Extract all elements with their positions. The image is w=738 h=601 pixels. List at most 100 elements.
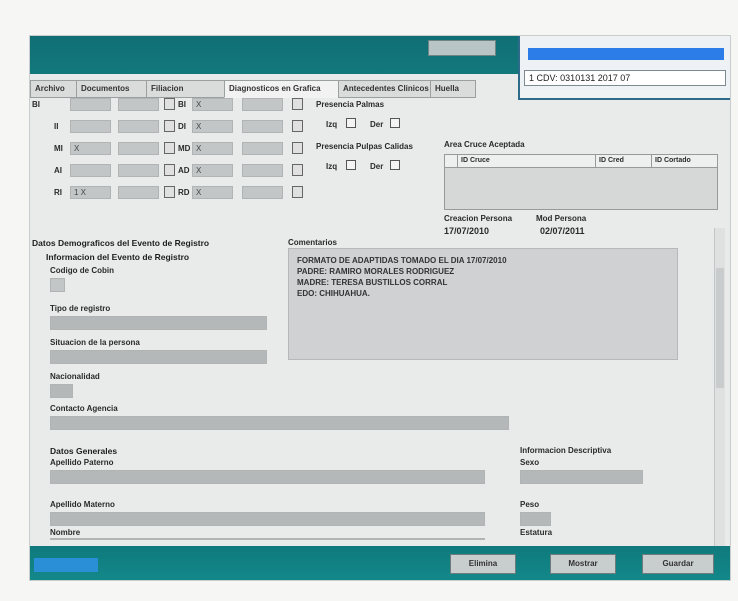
peso-field[interactable] <box>520 512 551 526</box>
mod-value: 02/07/2011 <box>540 226 585 236</box>
area-cruce-title: Area Cruce Aceptada <box>444 140 525 149</box>
mostrar-button[interactable]: Mostrar <box>550 554 616 574</box>
comment-line-2: PADRE: RAMIRO MORALES RODRIGUEZ <box>297 267 455 276</box>
record-dropdown[interactable]: 1 CDV: 0310131 2017 07 <box>518 36 730 100</box>
row-2-pick-button[interactable] <box>164 120 175 132</box>
dropdown-selected[interactable]: 1 CDV: 0310131 2017 07 <box>524 70 726 86</box>
row-3-field-a[interactable]: X <box>70 142 111 155</box>
row-5-field-b[interactable] <box>118 186 159 199</box>
paterno-field[interactable] <box>50 470 485 484</box>
demograficos-title: Datos Demograficos del Evento de Registr… <box>32 238 210 248</box>
creacion-value: 17/07/2010 <box>444 226 490 236</box>
guardar-button[interactable]: Guardar <box>642 554 714 574</box>
row-1-right-b[interactable] <box>242 98 283 111</box>
row-right-label-5: RD <box>178 188 190 197</box>
contacto-field[interactable] <box>50 416 509 430</box>
tab-documentos[interactable]: Documentos <box>76 80 148 98</box>
col-id-cortado[interactable]: ID Cortado <box>651 155 715 167</box>
row-4-right-b[interactable] <box>242 164 283 177</box>
presencia-der2-label: Der <box>370 162 384 171</box>
vertical-scrollbar[interactable] <box>714 228 725 580</box>
row-2-right-button[interactable] <box>292 120 303 132</box>
presencia-palmas-title: Presencia Palmas <box>316 100 385 109</box>
row-right-label-4: AD <box>178 166 190 175</box>
nombre-field[interactable] <box>50 538 485 540</box>
area-table-header: ID Cruce ID Cred ID Cortado <box>445 155 717 168</box>
row-right-label-2: DI <box>178 122 186 131</box>
elimina-button[interactable]: Elimina <box>450 554 516 574</box>
row-1-field-a[interactable] <box>70 98 111 111</box>
row-3-right-button[interactable] <box>292 142 303 154</box>
comment-line-1: FORMATO DE ADAPTIDAS TOMADO EL DIA 17/07… <box>297 256 507 265</box>
presencia-izq2-checkbox[interactable] <box>346 160 356 170</box>
comentarios-label: Comentarios <box>288 238 337 247</box>
row-4-pick-button[interactable] <box>164 164 175 176</box>
row-1-field-b[interactable] <box>118 98 159 111</box>
title-button[interactable] <box>428 40 496 56</box>
main-panel: BI BI X II DI X MI X MD X AI AD X RI 1 X <box>30 98 730 580</box>
row-4-field-a[interactable] <box>70 164 111 177</box>
tab-huella[interactable]: Huella <box>430 80 476 98</box>
row-5-right-a[interactable]: X <box>192 186 233 199</box>
row-4-right-a[interactable]: X <box>192 164 233 177</box>
footer-bar: Elimina Mostrar Guardar <box>30 546 730 580</box>
row-2-field-b[interactable] <box>118 120 159 133</box>
row-5-right-b[interactable] <box>242 186 283 199</box>
row-5-field-a[interactable]: 1 X <box>70 186 111 199</box>
descriptiva-title: Informacion Descriptiva <box>520 446 612 455</box>
area-cruce-table[interactable]: ID Cruce ID Cred ID Cortado <box>444 154 718 210</box>
row-4-right-button[interactable] <box>292 164 303 176</box>
materno-field[interactable] <box>50 512 485 526</box>
row-2-field-a[interactable] <box>70 120 111 133</box>
tab-antecedentes[interactable]: Antecedentes Clinicos <box>338 80 436 98</box>
presencia-der-label: Der <box>370 120 384 129</box>
comment-line-3: MADRE: TERESA BUSTILLOS CORRAL <box>297 278 448 287</box>
col-id-cruce[interactable]: ID Cruce <box>457 155 581 167</box>
row-5-right-button[interactable] <box>292 186 303 198</box>
tab-filiacion[interactable]: Filiacion <box>146 80 226 98</box>
dropdown-highlight <box>528 48 724 60</box>
tab-bar: Archivo Documentos Filiacion Diagnostico… <box>30 80 518 98</box>
codigo-field[interactable] <box>50 278 65 292</box>
row-label-3: MI <box>54 144 63 153</box>
tab-archivo[interactable]: Archivo <box>30 80 78 98</box>
app-window: 1 CDV: 0310131 2017 07 Archivo Documento… <box>30 36 730 580</box>
row-3-right-a[interactable]: X <box>192 142 233 155</box>
row-1-right-button[interactable] <box>292 98 303 110</box>
col-id-cred[interactable]: ID Cred <box>595 155 651 167</box>
tipo-field[interactable] <box>50 316 267 330</box>
situacion-field[interactable] <box>50 350 267 364</box>
presencia-pulpas-title: Presencia Pulpas Calidas <box>316 142 413 151</box>
scrollbar-thumb[interactable] <box>716 268 724 388</box>
row-3-field-b[interactable] <box>118 142 159 155</box>
paterno-label: Apellido Paterno <box>50 458 114 467</box>
tipo-label: Tipo de registro <box>50 304 111 313</box>
row-1-pick-button[interactable] <box>164 98 175 110</box>
nacionalidad-field[interactable] <box>50 384 73 398</box>
sexo-label: Sexo <box>520 458 540 467</box>
row-label-1: BI <box>32 100 40 109</box>
row-5-pick-button[interactable] <box>164 186 175 198</box>
comment-line-4: EDO: CHIHUAHUA. <box>297 289 370 298</box>
row-2-right-b[interactable] <box>242 120 283 133</box>
informacion-evento-title: Informacion del Evento de Registro <box>46 252 190 262</box>
row-4-field-b[interactable] <box>118 164 159 177</box>
row-right-label-1: BI <box>178 100 186 109</box>
situacion-label: Situacion de la persona <box>50 338 140 347</box>
tab-diagnosticos[interactable]: Diagnosticos en Grafica <box>224 80 340 98</box>
mod-label: Mod Persona <box>536 214 587 223</box>
sexo-field[interactable] <box>520 470 643 484</box>
materno-label: Apellido Materno <box>50 500 115 509</box>
peso-label: Peso <box>520 500 540 509</box>
presencia-izq-label: Izq <box>326 120 338 129</box>
row-2-right-a[interactable]: X <box>192 120 233 133</box>
row-1-right-a[interactable]: X <box>192 98 233 111</box>
row-3-right-b[interactable] <box>242 142 283 155</box>
row-label-4: AI <box>54 166 62 175</box>
row-3-pick-button[interactable] <box>164 142 175 154</box>
presencia-der2-checkbox[interactable] <box>390 160 400 170</box>
nombre-label: Nombre <box>50 528 81 537</box>
comentarios-box[interactable]: FORMATO DE ADAPTIDAS TOMADO EL DIA 17/07… <box>288 248 678 360</box>
presencia-der-checkbox[interactable] <box>390 118 400 128</box>
presencia-izq-checkbox[interactable] <box>346 118 356 128</box>
